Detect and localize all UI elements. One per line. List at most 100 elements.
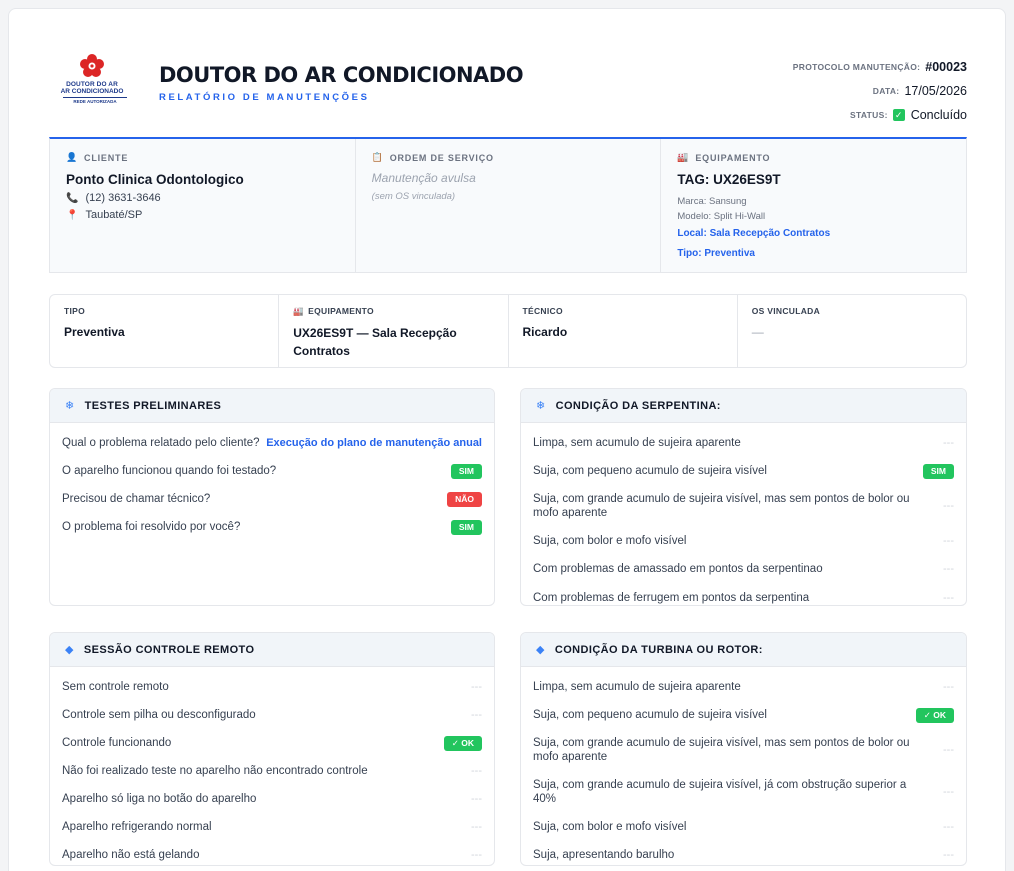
summary-type: TIPO Preventiva — [50, 295, 280, 367]
checklist-question: Limpa, sem acumulo de sujeira aparente — [533, 437, 741, 449]
checklist-question: Controle sem pilha ou desconfigurado — [62, 709, 256, 721]
equipment-location: Local: Sala Recepção Contratos — [677, 228, 831, 239]
checklist-row: Suja, com grande acumulo de sujeira visí… — [533, 729, 954, 771]
summary-linked-os: OS VINCULADA — — [738, 295, 966, 367]
order-value: Manutenção avulsa — [371, 171, 476, 185]
logo-text-line1: DOUTOR DO AR — [66, 81, 118, 88]
factory-icon: 🏭 — [293, 306, 305, 316]
checklist-row: Aparelho refrigerando normal --- — [62, 813, 482, 841]
panel-title: SESSÃO CONTROLE REMOTO — [83, 643, 255, 656]
checklist-row: Sem controle remoto --- — [62, 673, 482, 701]
yes-badge: SIM — [450, 519, 482, 535]
no-badge: NÃO — [447, 491, 482, 507]
coil-rows: Limpa, sem acumulo de sujeira aparente --… — [521, 423, 966, 605]
order-label: ORDEM DE SERVIÇO — [389, 152, 494, 163]
client-section: 👤 CLIENTE Ponto Clinica Odontologico 📞 (12… — [50, 139, 356, 272]
order-note: (sem OS vinculada) — [371, 191, 456, 202]
date-value: 17/05/2026 — [904, 84, 967, 98]
checklist-question: Suja, com grande acumulo de sujeira visí… — [533, 493, 910, 519]
client-label: CLIENTE — [84, 152, 129, 163]
empty-answer: --- — [471, 849, 482, 861]
checklist-row: O problema foi resolvido por você? SIM — [62, 513, 482, 541]
empty-answer: --- — [943, 535, 954, 547]
panel-title: TESTES PRELIMINARES — [84, 399, 222, 412]
yes-badge: SIM — [450, 463, 482, 479]
user-icon: 👤 — [66, 152, 79, 162]
checklist-row: Suja, com pequeno acumulo de sujeira vis… — [533, 457, 954, 485]
checklist-row: Controle funcionando ✓ OK — [62, 729, 482, 757]
empty-answer: --- — [943, 849, 954, 861]
empty-answer: --- — [943, 437, 954, 449]
checklist-row: Limpa, sem acumulo de sujeira aparente --… — [533, 429, 954, 457]
summary-type-label: TIPO — [64, 306, 86, 316]
company-logo: DOUTOR DO AR AR CONDICIONADO REDE AUTORI… — [49, 53, 135, 109]
checklist-question: O problema foi resolvido por você? — [62, 521, 241, 533]
checklist-question: Qual o problema relatado pelo cliente? — [62, 437, 260, 449]
coil-condition-panel: ❄ CONDIÇÃO DA SERPENTINA: Limpa, sem acum… — [520, 388, 967, 606]
check-icon: ✓ — [892, 109, 905, 121]
snowflake-icon: ❄ — [536, 400, 546, 412]
empty-answer: --- — [471, 793, 482, 805]
summary-equipment-value: UX26ES9T — Sala Recepção Contratos — [293, 326, 457, 358]
equipment-brand: Marca: Sansung — [677, 196, 747, 207]
status-value: Concluído — [910, 108, 967, 122]
empty-answer: --- — [943, 591, 954, 604]
checklist-row: Aparelho só liga no botão do aparelho --- — [62, 785, 482, 813]
checklist-question: Aparelho não está gelando — [62, 849, 200, 861]
checklist-row: Suja, com bolor e mofo visível --- — [533, 527, 954, 555]
equipment-type: Tipo: Preventiva — [677, 248, 755, 259]
preliminary-tests-panel: ❄ TESTES PRELIMINARES Qual o problema rel… — [49, 388, 495, 606]
client-name: Ponto Clinica Odontologico — [66, 172, 244, 187]
checklist-row: Controle sem pilha ou desconfigurado --- — [62, 701, 482, 729]
checklist-question: Sem controle remoto — [62, 681, 169, 693]
checklist-question: Aparelho só liga no botão do aparelho — [62, 793, 257, 805]
diamond-icon: ◆ — [536, 644, 545, 656]
checklist-question: Suja, com grande acumulo de sujeira visí… — [533, 779, 907, 805]
panel-title: CONDIÇÃO DA SERPENTINA: — [555, 399, 721, 412]
checklist-row: Com problemas de amassado em pontos da s… — [533, 555, 954, 583]
checklist-row: O aparelho funcionou quando foi testado?… — [62, 457, 482, 485]
order-section: 📋 ORDEM DE SERVIÇO Manutenção avulsa (sem… — [356, 139, 662, 272]
checklist-question: Precisou de chamar técnico? — [62, 493, 211, 505]
yes-badge: ✓ OK — [915, 707, 954, 723]
client-city: Taubaté/SP — [85, 209, 143, 221]
summary-technician: TÉCNICO Ricardo — [509, 295, 738, 367]
snowflake-icon: ❄ — [65, 400, 75, 412]
summary-technician-value: Ricardo — [522, 325, 568, 339]
checklist-question: Suja, com grande acumulo de sujeira visí… — [533, 737, 910, 763]
phone-icon: 📞 — [66, 192, 79, 204]
panel-title: CONDIÇÃO DA TURBINA OU ROTOR: — [554, 643, 763, 656]
diamond-icon: ◆ — [65, 644, 74, 656]
checklist-row: Aparelho não está gelando --- — [62, 841, 482, 865]
summary-linked-os-value: — — [751, 325, 764, 339]
empty-answer: --- — [943, 500, 954, 512]
summary-linked-os-label: OS VINCULADA — [751, 306, 821, 316]
equipment-model: Modelo: Split Hi-Wall — [677, 211, 766, 222]
report-page: DOUTOR DO AR AR CONDICIONADO REDE AUTORI… — [8, 8, 1006, 871]
summary-type-value: Preventiva — [64, 325, 125, 339]
info-block: 👤 CLIENTE Ponto Clinica Odontologico 📞 (12… — [49, 137, 967, 273]
checklist-question: Com problemas de ferrugem em pontos da s… — [533, 591, 810, 604]
empty-answer: --- — [471, 821, 482, 833]
checklist-row: Suja, com grande acumulo de sujeira visí… — [533, 771, 954, 813]
checklist-row: Não foi realizado teste no aparelho não … — [62, 757, 482, 785]
checklist-row: Suja, com bolor e mofo visível --- — [533, 813, 954, 841]
turbine-rows: Limpa, sem acumulo de sujeira aparente --… — [521, 667, 966, 865]
report-meta: PROTOCOLO MANUTENÇÃO: #00023 DATA: 17/05… — [793, 55, 967, 127]
report-header: DOUTOR DO AR AR CONDICIONADO REDE AUTORI… — [49, 49, 967, 141]
checklist-row: Suja, com pequeno acumulo de sujeira vis… — [533, 701, 954, 729]
empty-answer: --- — [471, 765, 482, 777]
page-subtitle: RELATÓRIO DE MANUTENÇÕES — [159, 92, 370, 103]
summary-equipment-label: EQUIPAMENTO — [308, 306, 374, 316]
empty-answer: --- — [943, 744, 954, 756]
summary-equipment: 🏭 EQUIPAMENTO UX26ES9T — Sala Recepção Co… — [279, 295, 509, 367]
checklist-row: Limpa, sem acumulo de sujeira aparente --… — [533, 673, 954, 701]
checklist-question: Suja, com bolor e mofo visível — [533, 821, 687, 833]
summary-technician-label: TÉCNICO — [522, 306, 563, 316]
checklist-row: Suja, apresentando barulho --- — [533, 841, 954, 865]
yes-badge: ✓ OK — [443, 735, 482, 751]
status-label: STATUS: — [850, 110, 888, 120]
empty-answer: --- — [943, 821, 954, 833]
empty-answer: --- — [943, 786, 954, 798]
page-title: DOUTOR DO AR CONDICIONADO — [159, 63, 524, 87]
